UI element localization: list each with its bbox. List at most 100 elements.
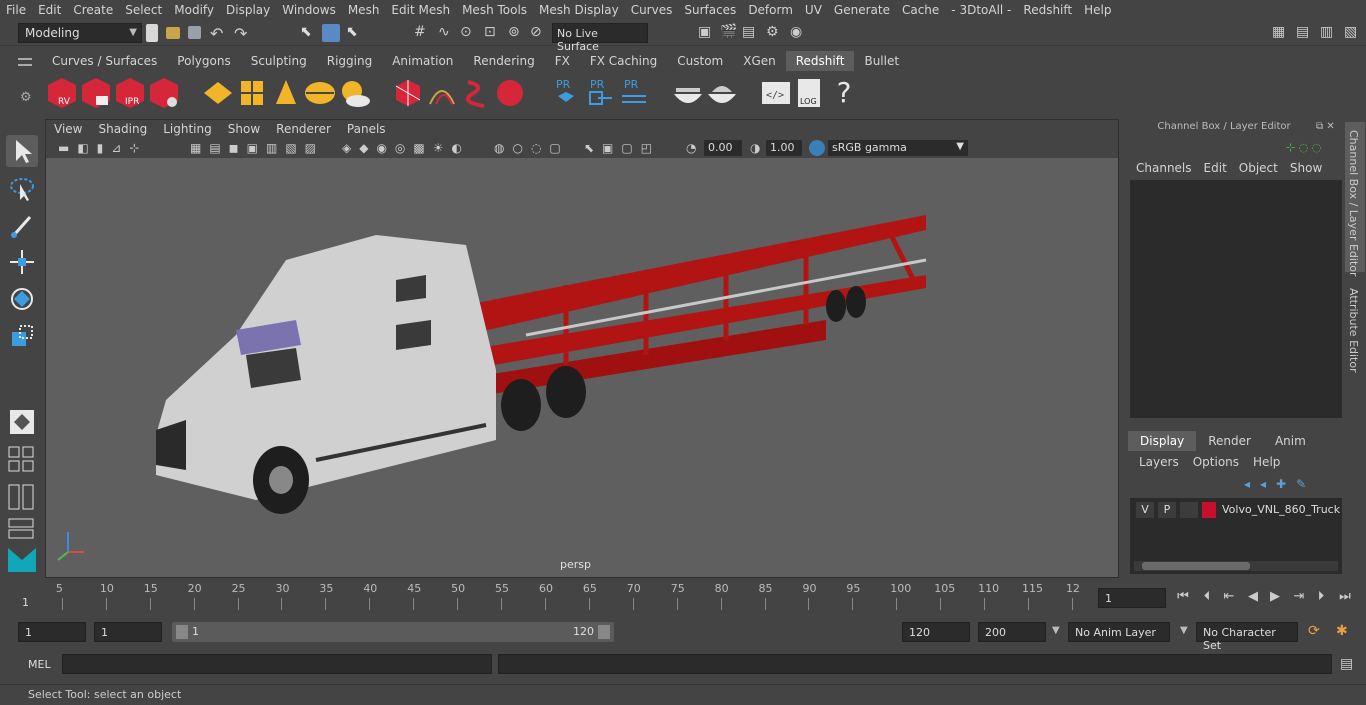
time-slider[interactable] [18,580,1092,612]
last-tool-icon[interactable] [6,406,38,438]
panel-float-close-icons[interactable]: ⧉ ✕ [1316,121,1335,132]
layer-row[interactable]: V P Volvo_VNL_860_Truck_w [1134,502,1340,518]
command-input[interactable] [62,654,492,674]
rotate-tool-icon[interactable] [6,283,38,315]
tab-polygons[interactable]: Polygons [167,51,240,71]
tab-sculpting[interactable]: Sculpting [241,51,317,71]
shelf-menu-icon[interactable] [18,58,32,66]
shelf-settings-gear-icon[interactable]: ⚙ [20,90,32,105]
redshift-help-icon[interactable]: ? [828,76,860,110]
layer-playback-toggle[interactable]: P [1158,502,1176,518]
step-back-key-icon[interactable]: ⇤ [1222,590,1236,604]
tab-xgen[interactable]: XGen [733,51,786,71]
animation-start-field[interactable]: 1 [18,622,86,642]
tab-layer-display[interactable]: Display [1128,431,1197,451]
redshift-ies-light-icon[interactable] [304,76,336,110]
tab-curves-surfaces[interactable]: Curves / Surfaces [42,51,167,71]
redshift-pr-mesh-icon[interactable]: PR [550,76,582,110]
layer-hscrollbar[interactable] [1134,561,1338,571]
cb-menu-show[interactable]: Show [1284,161,1328,175]
tab-bullet[interactable]: Bullet [854,51,909,71]
le-menu-options[interactable]: Options [1186,455,1246,469]
hypershade-icon[interactable]: ◉ [790,24,808,42]
layout-single-icon[interactable] [6,444,38,476]
character-set-select[interactable]: No Character Set [1196,622,1298,652]
tab-fx[interactable]: FX [545,51,580,71]
redshift-pr-swap-icon[interactable]: PR [618,76,650,110]
vp-menu-shading[interactable]: Shading [90,122,155,136]
vp-menu-panels[interactable]: Panels [339,122,394,136]
command-language-label[interactable]: MEL [28,658,51,671]
menu-mesh[interactable]: Mesh [342,3,386,17]
step-forward-icon[interactable]: ⏵ [1314,590,1328,604]
vp-menu-lighting[interactable]: Lighting [155,122,220,136]
tab-redshift[interactable]: Redshift [785,51,855,71]
toggle-panel-3-icon[interactable]: ▧ [1344,24,1362,42]
mode-selector[interactable]: Modeling ▼ [18,23,142,43]
render-settings-icon[interactable]: ⚙ [766,24,784,42]
redshift-volume-icon[interactable] [426,76,458,110]
go-to-end-icon[interactable]: ⏭ [1338,590,1352,604]
redshift-render-view-icon[interactable]: RV [46,76,78,110]
menu-mesh-display[interactable]: Mesh Display [533,3,625,17]
layout-four-icon[interactable] [6,482,38,514]
menu-deform[interactable]: Deform [742,3,799,17]
side-tab-attribute-editor-label[interactable]: Attribute Editor [1347,288,1360,373]
menu-curves[interactable]: Curves [625,3,679,17]
menu-3dtoall[interactable]: - 3DtoAll - [945,3,1017,17]
range-slider-end-handle[interactable] [598,625,610,639]
layer-display-type-toggle[interactable] [1180,502,1198,518]
redshift-log-icon[interactable]: LOG [794,76,826,110]
range-slider[interactable]: 1 120 [172,622,614,642]
render-frame-icon[interactable]: 🎬 [720,24,738,42]
snap-grid-icon[interactable]: # [414,24,432,42]
viewport-render-icons[interactable]: ◍○◌▢ [494,141,569,155]
lasso-tool-icon[interactable] [6,172,38,204]
menu-mesh-tools[interactable]: Mesh Tools [456,3,533,17]
color-management-icon[interactable] [809,140,825,156]
redshift-script-icon[interactable]: </> [760,76,792,110]
redo-icon[interactable]: ↷ [234,24,252,43]
cb-menu-object[interactable]: Object [1233,161,1284,175]
menu-surfaces[interactable]: Surfaces [678,3,742,17]
layer-visibility-toggle[interactable]: V [1136,502,1154,518]
layer-action-icons[interactable]: ◂◂✚✎ [1244,477,1316,491]
redshift-batch-render-icon[interactable] [80,76,112,110]
live-surface-field[interactable]: No Live Surface [552,23,648,53]
select-component-icon[interactable]: ⬉ [346,24,364,42]
animation-end-field[interactable]: 200 [978,622,1046,642]
select-hierarchy-icon[interactable]: ⬉ [300,24,318,42]
tab-layer-anim[interactable]: Anim [1263,431,1318,451]
tab-rendering[interactable]: Rendering [463,51,544,71]
exposure-field[interactable]: 0.00 [704,140,742,156]
play-forwards-icon[interactable]: ▶ [1268,590,1282,604]
snap-point-icon[interactable]: ⊙ [460,24,478,42]
viewport-shading-icons[interactable]: ◈◆◉◎▩☀◐ [342,141,470,155]
vp-menu-show[interactable]: Show [220,122,268,136]
script-editor-icon[interactable]: ▤ [1340,656,1353,672]
chevron-down-icon[interactable]: ▼ [1052,625,1060,636]
menu-uv[interactable]: UV [799,3,828,17]
play-backwards-icon[interactable]: ◀ [1246,590,1260,604]
redshift-hair-icon[interactable] [460,76,492,110]
playback-start-field[interactable]: 1 [94,622,162,642]
undo-icon[interactable]: ↶ [210,24,228,43]
cb-menu-edit[interactable]: Edit [1198,161,1233,175]
chevron-down-icon[interactable]: ▼ [1180,625,1188,636]
viewport-isolate-icons[interactable]: ⬉▣▢◰ [584,141,660,155]
redshift-sun-sky-icon[interactable] [338,76,370,110]
toggle-panel-2-icon[interactable]: ▥ [1320,24,1338,42]
layer-color-swatch[interactable] [1202,502,1216,518]
scale-tool-icon[interactable] [6,320,38,352]
tab-custom[interactable]: Custom [667,51,733,71]
tab-fx-caching[interactable]: FX Caching [580,51,667,71]
menu-cache[interactable]: Cache [896,3,945,17]
channel-box-tools-icon[interactable]: ⊹ ◌ ◌ [1286,141,1321,154]
paint-select-tool-icon[interactable] [6,209,38,241]
move-tool-icon[interactable] [6,246,38,278]
animation-preferences-icon[interactable]: ✱ [1336,623,1348,639]
menu-display[interactable]: Display [220,3,276,17]
workspace-icon[interactable]: ▦ [1272,24,1290,42]
render-view-icon[interactable]: ▣ [698,24,716,42]
new-scene-icon[interactable] [146,24,158,42]
